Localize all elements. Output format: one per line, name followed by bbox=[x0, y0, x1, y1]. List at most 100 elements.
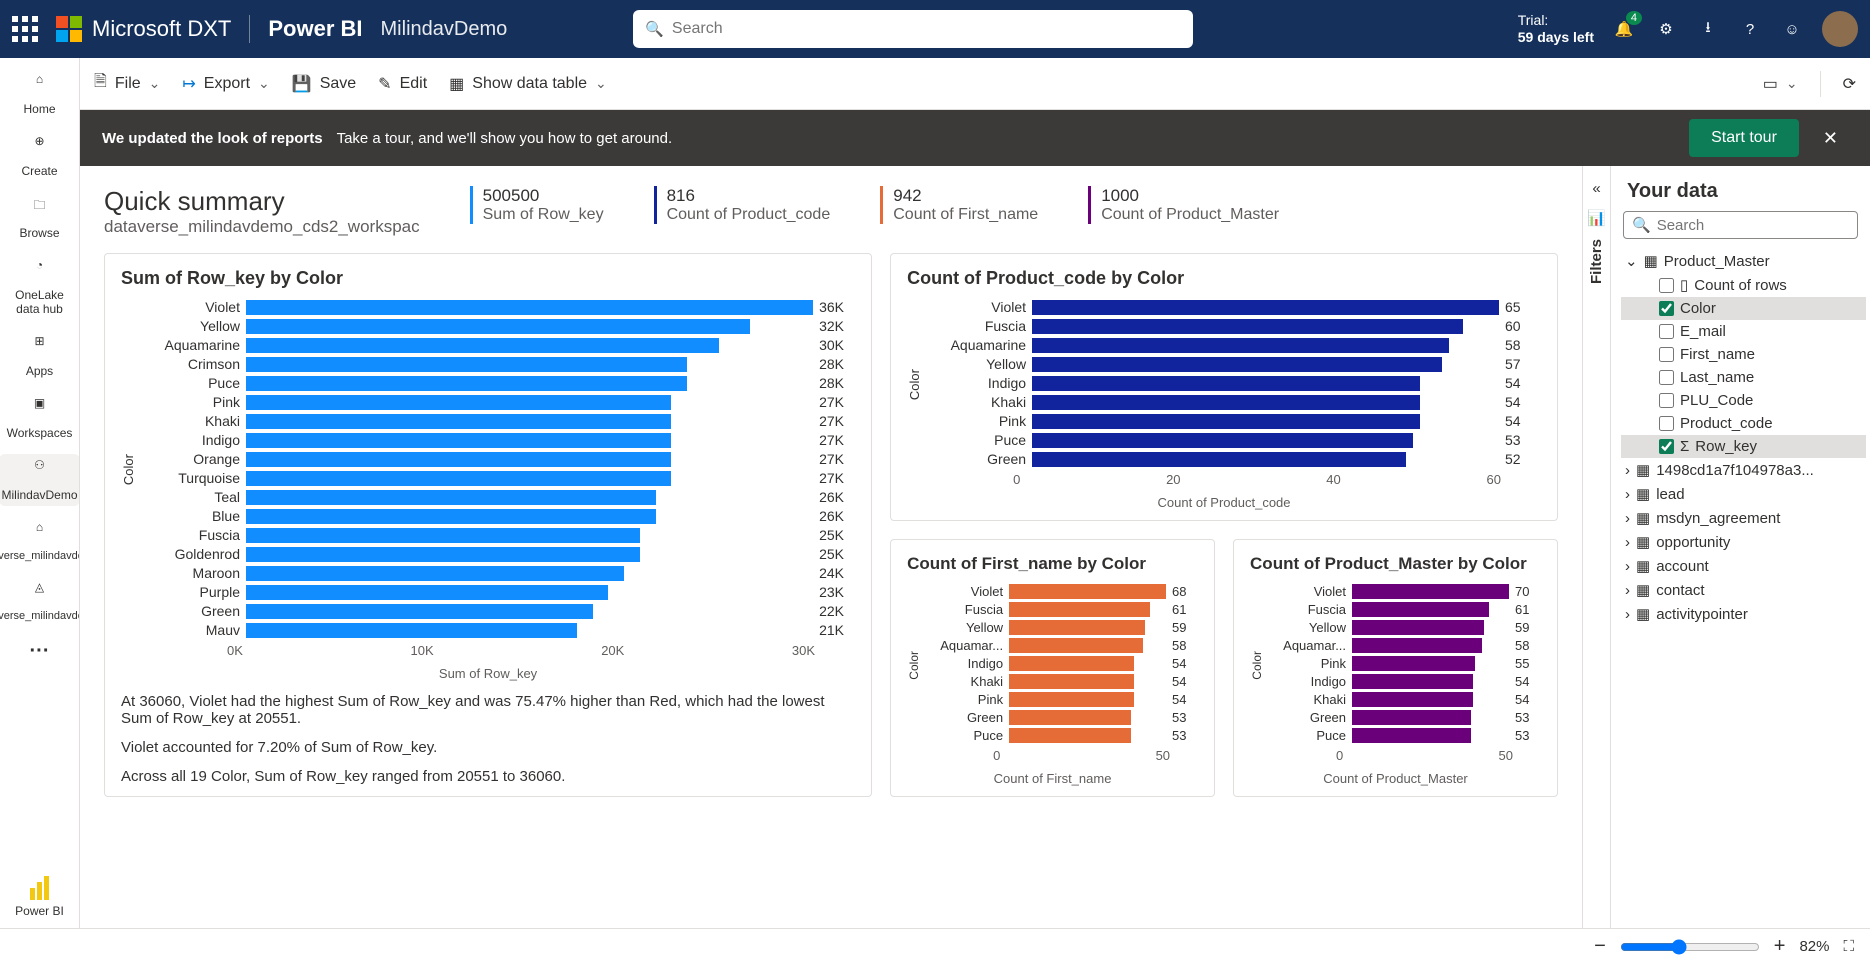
bar-row[interactable]: Pink54 bbox=[926, 413, 1541, 429]
field-row[interactable]: E_mail bbox=[1621, 320, 1866, 343]
bar-row[interactable]: Maroon24K bbox=[140, 565, 855, 581]
expand-icon[interactable]: « bbox=[1592, 180, 1600, 197]
field-checkbox[interactable] bbox=[1659, 278, 1674, 293]
table-node[interactable]: ⌄▦Product_Master bbox=[1621, 249, 1866, 273]
bar-row[interactable]: Aquamarine58 bbox=[926, 337, 1541, 353]
notifications-icon[interactable]: 🔔4 bbox=[1612, 17, 1636, 41]
bar-row[interactable]: Puce53 bbox=[926, 432, 1541, 448]
app-name[interactable]: Power BI bbox=[268, 16, 362, 42]
fit-page-button[interactable]: ⛶ bbox=[1843, 938, 1854, 955]
field-row[interactable]: ΣRow_key bbox=[1621, 435, 1866, 458]
nav-workspace-current[interactable]: ⚇MilindavDemo bbox=[0, 454, 80, 506]
chart-count-firstname[interactable]: Count of First_name by Color Color Viole… bbox=[890, 539, 1215, 797]
field-checkbox[interactable] bbox=[1659, 301, 1674, 316]
table-node[interactable]: ›▦1498cd1a7f104978a3... bbox=[1621, 458, 1866, 482]
download-icon[interactable]: ⭳ bbox=[1696, 17, 1720, 41]
kpi-card[interactable]: 816Count of Product_code bbox=[654, 186, 831, 224]
view-mode-button[interactable]: ▭ bbox=[1763, 74, 1798, 94]
bar-row[interactable]: Yellow32K bbox=[140, 318, 855, 334]
bar-row[interactable]: Puce53 bbox=[1266, 728, 1541, 743]
table-node[interactable]: ›▦account bbox=[1621, 554, 1866, 578]
show-data-table-menu[interactable]: ▦Show data table bbox=[449, 74, 607, 94]
nav-workspaces[interactable]: ▣Workspaces bbox=[5, 392, 75, 444]
bar-row[interactable]: Aquamar...58 bbox=[1266, 638, 1541, 653]
bar-row[interactable]: Khaki27K bbox=[140, 413, 855, 429]
bar-row[interactable]: Orange27K bbox=[140, 451, 855, 467]
chart-count-productmaster[interactable]: Count of Product_Master by Color Color V… bbox=[1233, 539, 1558, 797]
kpi-card[interactable]: 1000Count of Product_Master bbox=[1088, 186, 1279, 224]
nav-apps[interactable]: ⊞Apps bbox=[24, 330, 55, 382]
field-checkbox[interactable] bbox=[1659, 347, 1674, 362]
bar-row[interactable]: Fuscia25K bbox=[140, 527, 855, 543]
data-search-input[interactable] bbox=[1657, 217, 1856, 234]
bar-row[interactable]: Teal26K bbox=[140, 489, 855, 505]
settings-icon[interactable]: ⚙ bbox=[1654, 17, 1678, 41]
global-search[interactable]: 🔍 bbox=[633, 10, 1193, 48]
field-row[interactable]: First_name bbox=[1621, 343, 1866, 366]
bar-row[interactable]: Pink54 bbox=[923, 692, 1198, 707]
help-icon[interactable]: ? bbox=[1738, 17, 1762, 41]
zoom-out-button[interactable]: − bbox=[1594, 935, 1606, 958]
avatar[interactable] bbox=[1822, 11, 1858, 47]
zoom-in-button[interactable]: + bbox=[1774, 935, 1786, 958]
file-menu[interactable]: 🗎File bbox=[94, 70, 160, 97]
bar-row[interactable]: Aquamarine30K bbox=[140, 337, 855, 353]
field-row[interactable]: Color bbox=[1621, 297, 1866, 320]
chart-sum-rowkey[interactable]: Sum of Row_key by Color Color Violet36KY… bbox=[104, 253, 872, 797]
field-row[interactable]: PLU_Code bbox=[1621, 389, 1866, 412]
field-checkbox[interactable] bbox=[1659, 370, 1674, 385]
kpi-card[interactable]: 942Count of First_name bbox=[880, 186, 1038, 224]
bar-row[interactable]: Pink55 bbox=[1266, 656, 1541, 671]
bar-row[interactable]: Green52 bbox=[926, 451, 1541, 467]
bar-row[interactable]: Aquamar...58 bbox=[923, 638, 1198, 653]
nav-more[interactable]: ··· bbox=[28, 636, 52, 667]
app-launcher-icon[interactable] bbox=[12, 16, 38, 42]
bar-row[interactable]: Yellow57 bbox=[926, 356, 1541, 372]
export-menu[interactable]: ↦Export bbox=[182, 74, 269, 94]
bar-row[interactable]: Khaki54 bbox=[1266, 692, 1541, 707]
bar-row[interactable]: Green53 bbox=[923, 710, 1198, 725]
bar-row[interactable]: Green53 bbox=[1266, 710, 1541, 725]
bar-row[interactable]: Indigo54 bbox=[923, 656, 1198, 671]
bar-row[interactable]: Violet36K bbox=[140, 299, 855, 315]
bar-row[interactable]: Fuscia60 bbox=[926, 318, 1541, 334]
table-node[interactable]: ›▦msdyn_agreement bbox=[1621, 506, 1866, 530]
field-row[interactable]: Last_name bbox=[1621, 366, 1866, 389]
bar-row[interactable]: Pink27K bbox=[140, 394, 855, 410]
bar-row[interactable]: Puce28K bbox=[140, 375, 855, 391]
trial-status[interactable]: Trial: 59 days left bbox=[1518, 12, 1594, 46]
field-checkbox[interactable] bbox=[1659, 439, 1674, 454]
feedback-icon[interactable]: ☺ bbox=[1780, 17, 1804, 41]
bar-row[interactable]: Khaki54 bbox=[923, 674, 1198, 689]
refresh-button[interactable]: ⟳ bbox=[1843, 74, 1856, 94]
edit-button[interactable]: ✎Edit bbox=[378, 74, 427, 94]
bar-row[interactable]: Indigo54 bbox=[1266, 674, 1541, 689]
table-node[interactable]: ›▦lead bbox=[1621, 482, 1866, 506]
field-checkbox[interactable] bbox=[1659, 324, 1674, 339]
bar-row[interactable]: Blue26K bbox=[140, 508, 855, 524]
bar-row[interactable]: Indigo27K bbox=[140, 432, 855, 448]
field-checkbox[interactable] bbox=[1659, 393, 1674, 408]
filters-pane-collapsed[interactable]: « 📊 Filters bbox=[1582, 166, 1610, 928]
bar-row[interactable]: Yellow59 bbox=[1266, 620, 1541, 635]
nav-dataset-2[interactable]: ◬dataverse_milindavdem... bbox=[0, 576, 80, 626]
kpi-card[interactable]: 500500Sum of Row_key bbox=[470, 186, 604, 224]
bar-row[interactable]: Violet70 bbox=[1266, 584, 1541, 599]
bar-row[interactable]: Crimson28K bbox=[140, 356, 855, 372]
bar-row[interactable]: Khaki54 bbox=[926, 394, 1541, 410]
zoom-slider[interactable] bbox=[1620, 939, 1760, 955]
table-node[interactable]: ›▦activitypointer bbox=[1621, 602, 1866, 626]
field-row[interactable]: Product_code bbox=[1621, 412, 1866, 435]
nav-create[interactable]: ⊕Create bbox=[19, 130, 59, 182]
powerbi-icon[interactable] bbox=[30, 874, 50, 900]
search-input[interactable] bbox=[672, 20, 1181, 38]
save-button[interactable]: 💾Save bbox=[292, 74, 356, 94]
nav-home[interactable]: ⌂Home bbox=[21, 68, 57, 120]
start-tour-button[interactable]: Start tour bbox=[1689, 119, 1799, 157]
bar-row[interactable]: Turquoise27K bbox=[140, 470, 855, 486]
workspace-label[interactable]: MilindavDemo bbox=[381, 18, 508, 41]
bar-row[interactable]: Purple23K bbox=[140, 584, 855, 600]
bar-row[interactable]: Indigo54 bbox=[926, 375, 1541, 391]
bar-row[interactable]: Fuscia61 bbox=[923, 602, 1198, 617]
nav-onelake[interactable]: ◔OneLake data hub bbox=[0, 254, 79, 320]
